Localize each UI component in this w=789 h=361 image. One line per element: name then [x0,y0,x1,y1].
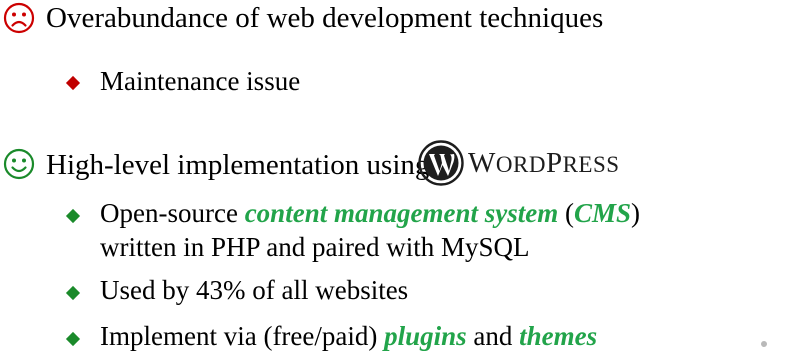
wordpress-logo: WORDPRESS [418,140,620,186]
slide: { "colors": { "sad_face": "#cc0000", "ha… [0,0,789,361]
sub-bullet-2-3-prefix: Implement via (free/paid) [100,321,385,351]
paren-close: ) [631,198,640,228]
bullet-diamond-icon [65,75,81,91]
wordmark-ress: RESS [562,151,620,177]
wordpress-logo-icon [418,140,464,186]
plugins-emphasis: plugins [384,321,467,351]
sub-bullet-2-3-middle: and [466,321,520,351]
sub-bullet-2-1-prefix: Open-source [100,198,245,228]
bullet-1-text: Overabundance of web development techniq… [46,2,604,34]
sub-bullet-2-3-text: Implement via (free/paid) plugins and th… [100,323,597,350]
sub-bullet-1-1-text: Maintenance issue [100,66,301,96]
bullet-diamond-icon [65,208,81,224]
themes-emphasis: themes [519,321,598,351]
decorative-dot [761,341,767,347]
wordpress-wordmark: WORDPRESS [468,147,620,180]
sad-face-icon [3,2,35,34]
cms-emphasis: content management system [244,198,559,228]
wordmark-w: W [468,146,496,179]
cms-acronym: CMS [573,198,631,228]
wordmark-ord: ORD [495,151,546,177]
bullet-diamond-icon [65,331,81,347]
sub-bullet-2-2-text: Used by 43% of all websites [100,275,409,305]
smiley-face-icon [3,148,35,180]
bullet-diamond-icon [65,285,81,301]
sub-bullet-2-1-line2: written in PHP and paired with MySQL [100,232,530,262]
sub-bullet-2-1-line1: Open-source content management system (C… [100,200,640,227]
paren-open: ( [558,198,574,228]
wordmark-p: P [545,146,563,179]
bullet-2-text: High-level implementation using [46,149,430,181]
